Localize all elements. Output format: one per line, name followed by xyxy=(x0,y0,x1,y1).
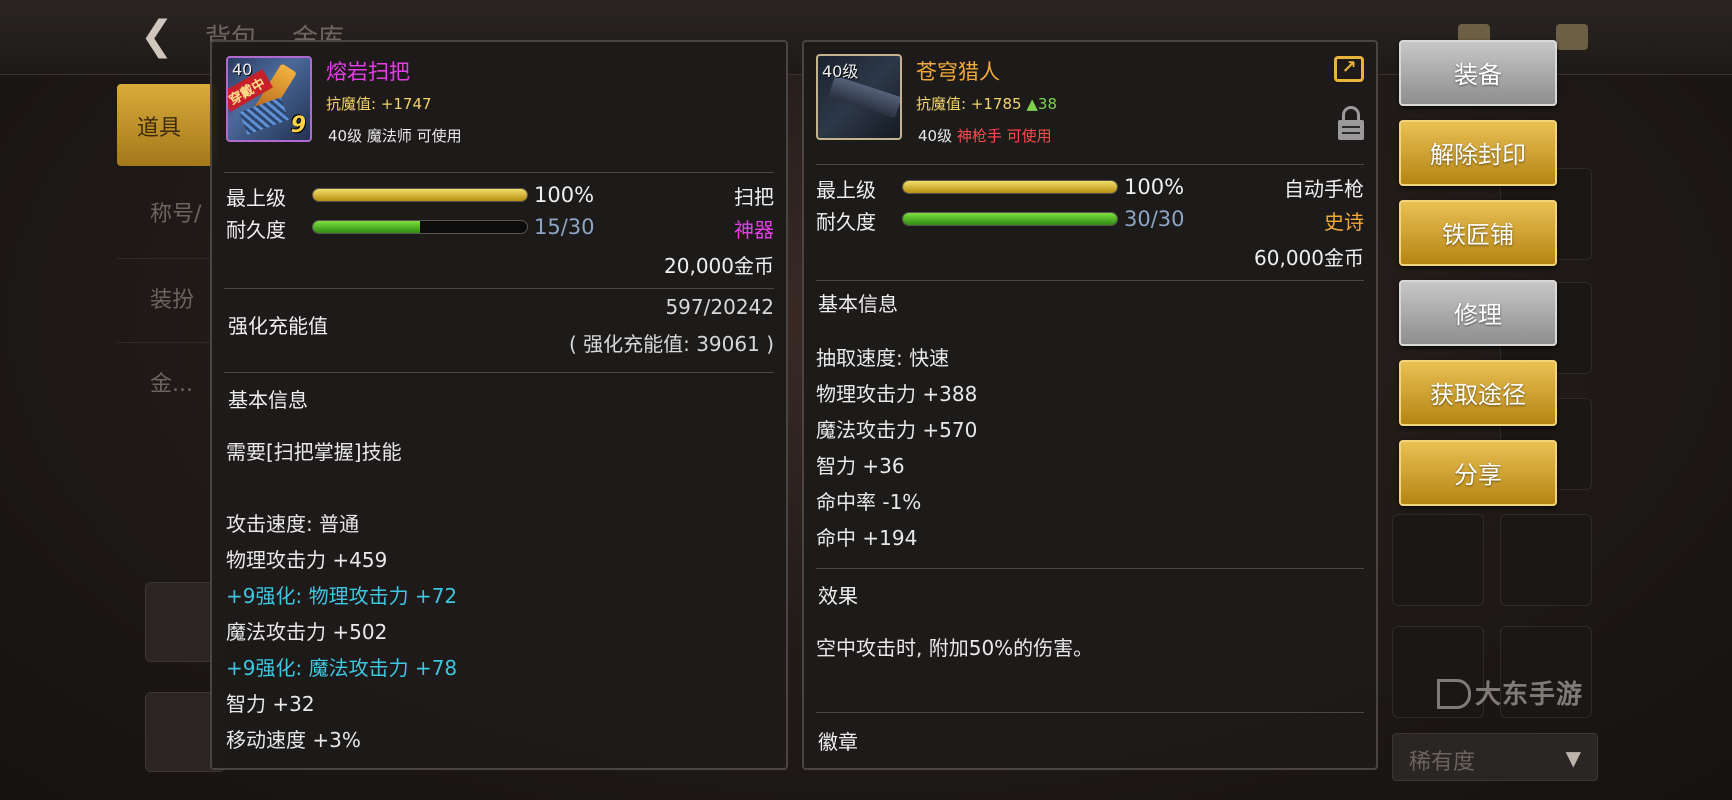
back-arrow-icon[interactable]: ❮ xyxy=(140,14,184,58)
divider xyxy=(816,568,1364,569)
obtain-source-button[interactable]: 获取途径 xyxy=(1399,360,1557,426)
repair-button[interactable]: 修理 xyxy=(1399,280,1557,346)
item-name: 熔岩扫把 xyxy=(326,60,410,84)
equipped-item-tooltip: 40 穿戴中 9 熔岩扫把 抗魔值: +1747 40级 魔法师 可使用 最上级… xyxy=(210,40,788,770)
enhance-level-text: 9 xyxy=(290,113,306,138)
stat-line: 需要[扫把掌握]技能 xyxy=(226,440,402,464)
divider xyxy=(224,172,774,173)
divider xyxy=(816,712,1364,713)
divider xyxy=(117,258,217,259)
section-title-badge: 徽章 xyxy=(818,730,858,754)
class-requirement-text: 神枪手 可使用 xyxy=(956,127,1052,145)
blacksmith-button[interactable]: 铁匠铺 xyxy=(1399,200,1557,266)
equip-button[interactable]: 装备 xyxy=(1399,40,1557,106)
effect-text: 空中攻击时, 附加50%的伤害。 xyxy=(816,636,1094,660)
resist-value: 抗魔值: +1785 ▲38 xyxy=(916,93,1057,114)
left-tab-gold[interactable]: 金... xyxy=(150,366,193,398)
stat-line: 抽取速度: 快速 xyxy=(816,346,950,370)
durability-label: 耐久度 xyxy=(816,210,876,234)
section-title-basic-info: 基本信息 xyxy=(818,292,898,316)
dropdown-arrow-icon: ▼ xyxy=(1565,746,1581,770)
watermark: 大东手游 xyxy=(1437,674,1583,711)
grade-label: 最上级 xyxy=(226,186,286,210)
grade-label: 最上级 xyxy=(816,178,876,202)
compared-item-tooltip: 40级 苍穹猎人 ↗ 抗魔值: +1785 ▲38 40级 神枪手 可使用 最上… xyxy=(802,40,1378,770)
lock-icon[interactable] xyxy=(1338,106,1364,140)
broom-weapon-icon: 40 穿戴中 9 xyxy=(226,56,312,142)
watermark-logo-icon xyxy=(1437,679,1471,709)
broom-bristles-shape xyxy=(239,97,289,135)
durability-bar xyxy=(902,212,1118,226)
grade-bar-fill xyxy=(313,189,527,201)
stat-line: 智力 +36 xyxy=(816,454,905,478)
item-name: 苍穹猎人 xyxy=(916,60,1000,84)
rarity-label: 史诗 xyxy=(1324,210,1364,234)
grade-value: 100% xyxy=(1124,175,1185,199)
stat-line: 移动速度 +3% xyxy=(226,728,361,752)
level-class-requirement: 40级 神枪手 可使用 xyxy=(918,125,1052,146)
section-title-effect: 效果 xyxy=(818,584,858,608)
rarity-label: 神器 xyxy=(734,218,774,242)
grade-bar xyxy=(902,180,1118,194)
charge-value: 597/20242 xyxy=(665,295,774,319)
left-tab-items[interactable]: 道具 xyxy=(117,84,217,166)
stat-line: 命中率 -1% xyxy=(816,490,922,514)
durability-bar xyxy=(312,220,528,234)
stat-line: 魔法攻击力 +502 xyxy=(226,620,388,644)
divider xyxy=(224,372,774,373)
charge-label: 强化充能值 xyxy=(228,314,328,338)
stat-line: 物理攻击力 +388 xyxy=(816,382,978,406)
durability-value: 15/30 xyxy=(534,215,595,239)
section-title-basic-info: 基本信息 xyxy=(228,388,308,412)
level-class-requirement: 40级 魔法师 可使用 xyxy=(328,127,462,145)
inventory-slot[interactable] xyxy=(1500,514,1592,606)
share-icon[interactable]: ↗ xyxy=(1334,56,1364,82)
level-text: 40级 xyxy=(918,127,953,145)
stat-line: 魔法攻击力 +570 xyxy=(816,418,978,442)
share-button[interactable]: 分享 xyxy=(1399,440,1557,506)
divider xyxy=(117,342,217,343)
weapon-type: 扫把 xyxy=(734,185,774,209)
stat-line: 命中 +194 xyxy=(816,526,918,550)
durability-label: 耐久度 xyxy=(226,218,286,242)
chat-icon[interactable] xyxy=(1556,24,1588,50)
unseal-button[interactable]: 解除封印 xyxy=(1399,120,1557,186)
left-tab-costume[interactable]: 装扮 xyxy=(150,282,194,314)
stat-line: 智力 +32 xyxy=(226,692,315,716)
stat-line-enhance: +9强化: 物理攻击力 +72 xyxy=(226,584,458,608)
grade-bar xyxy=(312,188,528,202)
grade-bar-fill xyxy=(903,181,1117,193)
divider xyxy=(816,164,1364,165)
durability-bar-fill xyxy=(903,213,1117,225)
resist-value-text: 抗魔值: +1785 xyxy=(916,95,1022,113)
sell-price: 20,000金币 xyxy=(664,254,774,278)
inventory-slot[interactable] xyxy=(1392,514,1484,606)
icon-level-text: 40级 xyxy=(822,62,859,81)
left-tab-titles[interactable]: 称号/ xyxy=(150,196,201,228)
resist-value: 抗魔值: +1747 xyxy=(326,95,432,113)
rarity-filter-dropdown[interactable]: 稀有度 ▼ xyxy=(1392,733,1598,781)
resist-diff: ▲38 xyxy=(1026,95,1057,113)
stat-line-enhance: +9强化: 魔法攻击力 +78 xyxy=(226,656,458,680)
durability-bar-fill xyxy=(313,221,420,233)
pistol-weapon-icon: 40级 xyxy=(816,54,902,140)
divider xyxy=(816,280,1364,281)
grade-value: 100% xyxy=(534,183,595,207)
sell-price: 60,000金币 xyxy=(1254,246,1364,270)
charge-sub-value: ( 强化充能值: 39061 ) xyxy=(568,332,774,356)
weapon-type: 自动手枪 xyxy=(1284,177,1364,201)
stat-line: 攻击速度: 普通 xyxy=(226,512,360,536)
watermark-text: 大东手游 xyxy=(1475,680,1584,710)
divider xyxy=(224,288,774,289)
rarity-filter-label: 稀有度 xyxy=(1409,750,1476,775)
pistol-shape xyxy=(828,75,900,119)
durability-value: 30/30 xyxy=(1124,207,1185,231)
stat-line: 物理攻击力 +459 xyxy=(226,548,388,572)
